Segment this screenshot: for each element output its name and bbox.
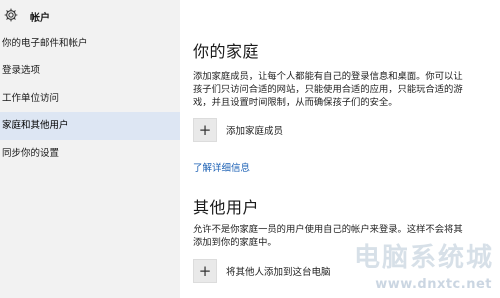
sidebar-item-label: 登录选项 — [2, 65, 41, 76]
family-description-line: 戏，并且设置时间限制，从而确保孩子们的安全。 — [193, 97, 398, 108]
sidebar-item-label: 家庭和其他用户 — [2, 120, 69, 131]
sidebar-item-label: 你的电子邮件和帐户 — [2, 38, 88, 49]
other-users-description-line: 允许不是你家庭一员的用户使用自己的帐户来登录。这样不会将其 — [193, 224, 463, 235]
other-users-description: 允许不是你家庭一员的用户使用自己的帐户来登录。这样不会将其 添加到你的家庭中。 — [193, 223, 473, 249]
sidebar-item-sync-settings[interactable]: 同步你的设置 — [0, 140, 180, 168]
page-title: 帐户 — [30, 13, 50, 24]
add-other-user-label: 将其他人添加到这台电脑 — [226, 267, 331, 278]
main-content: 你的家庭 添加家庭成员，让每个人都能有自己的登录信息和桌面。你可以让 孩子们只访… — [180, 0, 500, 298]
learn-more-link[interactable]: 了解详细信息 — [193, 160, 250, 174]
sidebar-item-family-other-users[interactable]: 家庭和其他用户 — [0, 112, 180, 140]
sidebar-item-work-access[interactable]: 工作单位访问 — [0, 85, 180, 113]
plus-icon: + — [193, 259, 217, 283]
family-heading: 你的家庭 — [193, 42, 260, 61]
add-family-member-button[interactable]: + 添加家庭成员 — [193, 118, 283, 142]
sidebar-item-email-accounts[interactable]: 你的电子邮件和帐户 — [0, 30, 180, 58]
sidebar-item-label: 工作单位访问 — [2, 93, 60, 104]
family-description: 添加家庭成员，让每个人都能有自己的登录信息和桌面。你可以让 孩子们只访问合适的网… — [193, 70, 473, 109]
plus-icon: + — [193, 118, 217, 142]
sidebar: 帐户 你的电子邮件和帐户 登录选项 工作单位访问 家庭和其他用户 同步你的设置 — [0, 0, 180, 298]
family-description-line: 添加家庭成员，让每个人都能有自己的登录信息和桌面。你可以让 — [193, 71, 463, 82]
sidebar-item-label: 同步你的设置 — [2, 148, 60, 159]
family-description-line: 孩子们只访问合适的网站，只能使用合适的应用，只能玩合适的游 — [193, 84, 463, 95]
sidebar-item-sign-in-options[interactable]: 登录选项 — [0, 57, 180, 85]
app-header: 帐户 — [0, 0, 180, 32]
add-other-user-button[interactable]: + 将其他人添加到这台电脑 — [193, 259, 331, 283]
add-family-member-label: 添加家庭成员 — [226, 126, 284, 137]
other-users-description-line: 添加到你的家庭中。 — [193, 237, 277, 248]
other-users-heading: 其他用户 — [193, 198, 260, 217]
gear-icon[interactable] — [3, 7, 19, 23]
